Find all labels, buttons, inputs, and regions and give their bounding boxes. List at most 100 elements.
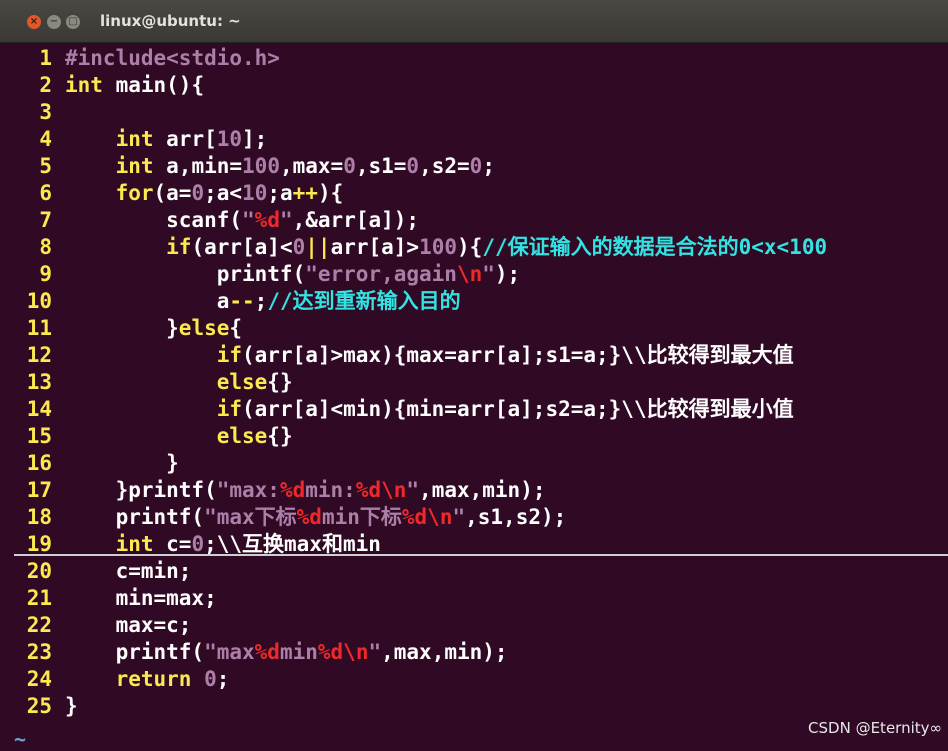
code-token: ){ <box>457 235 483 259</box>
window-titlebar: × − □ linux@ubuntu: ~ <box>0 0 948 43</box>
code-token: int <box>65 73 103 97</box>
code-token: <stdio.h> <box>166 46 280 70</box>
code-token: (arr[a]>max){max=arr[a];s1=a;}\\比较得到最大值 <box>242 343 794 367</box>
code-token: { <box>229 316 243 340</box>
code-text: return 0; <box>52 667 230 691</box>
code-line[interactable]: 23 printf("max%dmin%d\n",max,min); <box>14 639 508 666</box>
code-token: int <box>115 154 154 178</box>
code-token: " <box>279 208 293 232</box>
code-token: printf( <box>65 640 205 664</box>
code-text: printf("max%dmin%d\n",max,min); <box>52 640 508 664</box>
code-token: 0 <box>292 235 306 259</box>
code-token: main(){ <box>102 73 205 97</box>
code-token: (arr[a]<min){min=arr[a];s2=a;}\\比较得到最小值 <box>242 397 794 421</box>
code-line[interactable]: 22 max=c; <box>14 612 192 639</box>
code-token: ,&arr[a]); <box>292 208 420 232</box>
line-number: 1 <box>39 46 52 70</box>
code-text: for(a=0;a<10;a++){ <box>52 181 344 205</box>
line-number: 23 <box>26 640 52 664</box>
code-line[interactable]: 17 }printf("max:%dmin:%d\n",max,min); <box>14 477 546 504</box>
maximize-window-button[interactable]: □ <box>66 15 80 29</box>
code-token: 0 <box>469 154 483 178</box>
code-token: min下标 <box>321 505 402 529</box>
code-token: ,s2= <box>419 154 470 178</box>
code-token: min: <box>305 478 356 502</box>
code-token: printf( <box>65 505 205 529</box>
code-token: //保证输入的数据是合法的0<x<100 <box>482 235 828 259</box>
code-line[interactable]: 5 int a,min=100,max=0,s1=0,s2=0; <box>14 153 495 180</box>
code-text: c=min; <box>52 559 192 583</box>
close-window-button[interactable]: × <box>27 15 41 29</box>
cursor-line-underline <box>14 554 948 556</box>
line-number: 5 <box>39 154 52 178</box>
code-token: int <box>115 127 154 151</box>
code-token: ]; <box>242 127 268 151</box>
code-token: || <box>305 235 331 259</box>
code-text: a--;//达到重新输入目的 <box>52 289 461 313</box>
code-token: ); <box>494 262 521 286</box>
code-token: ; <box>254 289 268 313</box>
code-line[interactable]: 18 printf("max下标%dmin下标%d\n",s1,s2); <box>14 504 567 531</box>
code-line[interactable]: 7 scanf("%d",&arr[a]); <box>14 207 419 234</box>
code-line[interactable]: 1 #include<stdio.h> <box>14 45 280 72</box>
code-token: " <box>452 505 466 529</box>
code-token: ;\\互换max和min <box>204 532 381 556</box>
code-token: printf( <box>65 262 306 286</box>
line-number: 3 <box>39 100 52 124</box>
code-line[interactable]: 11 }else{ <box>14 315 242 342</box>
code-token: ;a< <box>204 181 243 205</box>
code-line[interactable]: 3 <box>14 99 65 126</box>
code-line[interactable]: 14 if(arr[a]<min){min=arr[a];s2=a;}\\比较得… <box>14 396 794 423</box>
code-line[interactable]: 2 int main(){ <box>14 72 204 99</box>
code-token: a,min= <box>153 154 243 178</box>
line-number: 12 <box>26 343 52 367</box>
code-token: ,s1= <box>355 154 407 178</box>
code-line[interactable]: 6 for(a=0;a<10;a++){ <box>14 180 343 207</box>
code-token: %d <box>254 208 280 232</box>
code-line[interactable]: 12 if(arr[a]>max){max=arr[a];s1=a;}\\比较得… <box>14 342 794 369</box>
line-number: 13 <box>26 370 52 394</box>
code-token: "max下标 <box>204 505 297 529</box>
code-token: else <box>216 370 268 394</box>
code-token: 0 <box>191 181 205 205</box>
code-token: //达到重新输入目的 <box>267 289 461 313</box>
code-line[interactable]: 13 else{} <box>14 369 293 396</box>
code-line[interactable]: 9 printf("error,again\n"); <box>14 261 520 288</box>
terminal-editor[interactable]: 1 #include<stdio.h> 2 int main(){3 4 int arr… <box>14 43 948 751</box>
code-token: (arr[a]< <box>191 235 293 259</box>
code-line[interactable]: 4 int arr[10]; <box>14 126 267 153</box>
code-token: 0 <box>343 154 356 178</box>
code-text: int arr[10]; <box>52 127 268 151</box>
code-token: ){ <box>317 181 344 205</box>
code-token: ,max,min); <box>419 478 546 502</box>
code-token: "max: <box>216 478 280 502</box>
code-text: else{} <box>52 424 293 448</box>
code-token: ,max= <box>279 154 344 178</box>
code-line[interactable]: 24 return 0; <box>14 666 230 693</box>
code-token: if <box>216 397 243 421</box>
code-line[interactable]: 16 } <box>14 450 179 477</box>
watermark: CSDN @Eternity∞ <box>808 719 942 737</box>
code-token: } <box>65 694 78 718</box>
code-text: if(arr[a]<0||arr[a]>100){//保证输入的数据是合法的0<… <box>52 235 827 259</box>
line-number: 10 <box>26 289 52 313</box>
code-line[interactable]: 21 min=max; <box>14 585 217 612</box>
code-line[interactable]: 20 c=min; <box>14 558 192 585</box>
minimize-window-button[interactable]: − <box>47 15 61 29</box>
code-line[interactable]: 8 if(arr[a]<0||arr[a]>100){//保证输入的数据是合法的… <box>14 234 827 261</box>
code-line[interactable]: 15 else{} <box>14 423 293 450</box>
code-token: ; <box>482 154 495 178</box>
code-token: 100 <box>242 154 280 178</box>
code-line[interactable]: 25} <box>14 693 78 720</box>
code-text: printf("error,again\n"); <box>52 262 520 286</box>
code-token: {} <box>267 370 293 394</box>
code-line[interactable]: 10 a--;//达到重新输入目的 <box>14 288 461 315</box>
line-number: 9 <box>39 262 52 286</box>
code-token: return <box>115 667 192 691</box>
line-number: 14 <box>26 397 52 421</box>
code-token: 100 <box>419 235 458 259</box>
code-token: 0 <box>204 667 217 691</box>
